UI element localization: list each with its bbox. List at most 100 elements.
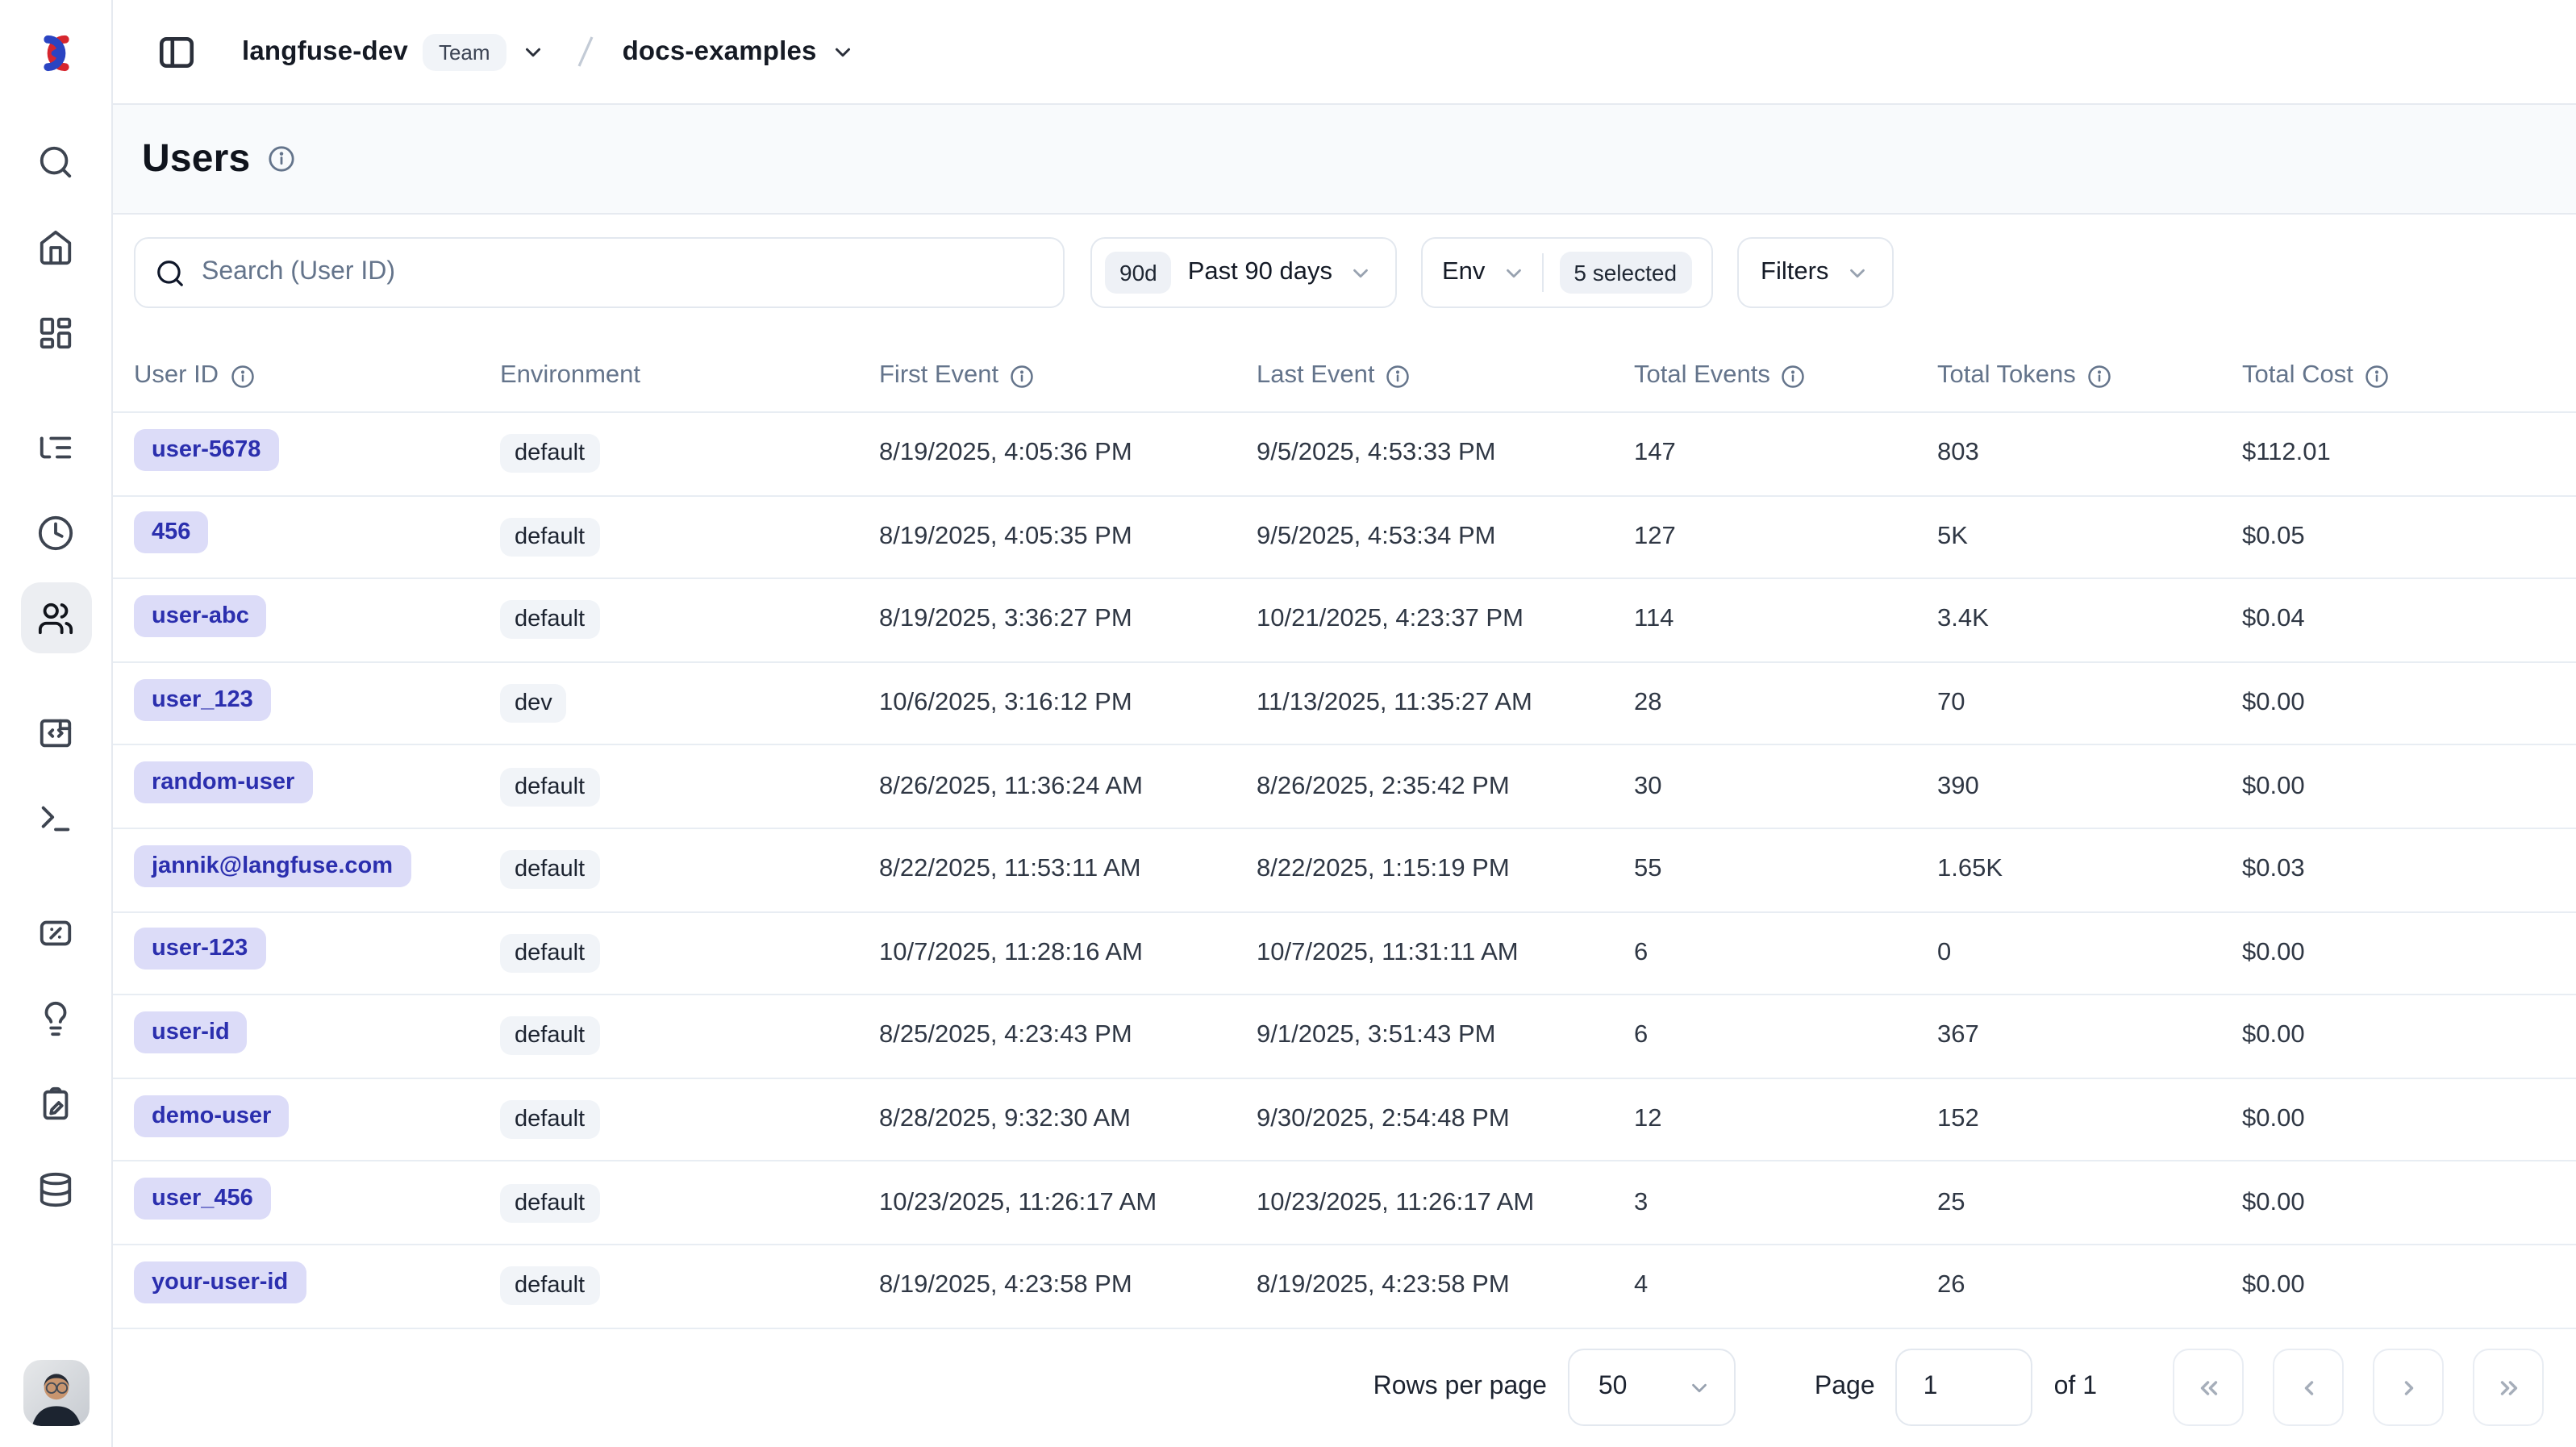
user-id-badge[interactable]: user_456	[134, 1178, 271, 1220]
sidebar-item-search[interactable]	[20, 126, 91, 197]
table-row[interactable]: user-id default 8/25/2025, 4:23:43 PM 9/…	[113, 995, 2576, 1078]
table-row[interactable]: user-123 default 10/7/2025, 11:28:16 AM …	[113, 912, 2576, 995]
user-id-badge[interactable]: user-id	[134, 1011, 248, 1053]
user-id-cell: user-123	[134, 928, 500, 978]
column-label: First Event	[879, 361, 998, 390]
user-id-badge[interactable]: user-123	[134, 928, 265, 970]
sidebar-item-tracing[interactable]	[20, 411, 91, 482]
sidebar-item-datasets[interactable]	[20, 1153, 91, 1224]
table-row[interactable]: user_456 default 10/23/2025, 11:26:17 AM…	[113, 1162, 2576, 1245]
table-row[interactable]: user-abc default 8/19/2025, 3:36:27 PM 1…	[113, 579, 2576, 662]
column-header-total-tokens[interactable]: Total Tokens	[1937, 361, 2242, 390]
user-id-badge[interactable]: random-user	[134, 761, 312, 803]
environment-badge: dev	[500, 684, 567, 723]
first-event-cell: 8/28/2025, 9:32:30 AM	[879, 1105, 1257, 1134]
sidebar-item-users[interactable]	[20, 582, 91, 653]
total-tokens-cell: 803	[1937, 440, 2242, 469]
column-header-total-events[interactable]: Total Events	[1634, 361, 1937, 390]
env-selected-badge: 5 selected	[1559, 252, 1691, 294]
total-events-cell: 3	[1634, 1188, 1937, 1217]
info-icon[interactable]	[1386, 364, 1411, 388]
user-id-badge[interactable]: 456	[134, 512, 208, 554]
user-id-cell: user-5678	[134, 429, 500, 479]
first-event-cell: 8/25/2025, 4:23:43 PM	[879, 1022, 1257, 1051]
first-page-button[interactable]	[2173, 1349, 2244, 1427]
terminal-icon	[37, 799, 74, 836]
pagination-buttons	[2173, 1349, 2544, 1427]
info-icon[interactable]	[1782, 364, 1806, 388]
table-row[interactable]: your-user-id default 8/19/2025, 4:23:58 …	[113, 1245, 2576, 1328]
column-header-total-cost[interactable]: Total Cost	[2242, 361, 2576, 390]
table-body: user-5678 default 8/19/2025, 4:05:36 PM …	[113, 413, 2576, 1328]
first-event-cell: 10/7/2025, 11:28:16 AM	[879, 939, 1257, 968]
sidebar-item-scores[interactable]	[20, 897, 91, 968]
sidebar-toggle-button[interactable]	[152, 27, 200, 76]
sidebar-item-home[interactable]	[20, 211, 91, 282]
column-header-user-id[interactable]: User ID	[134, 361, 500, 390]
search-input[interactable]	[202, 258, 1044, 287]
rows-per-page-select[interactable]: 50	[1568, 1349, 1736, 1427]
sidebar-item-playground[interactable]	[20, 782, 91, 853]
info-icon[interactable]	[2365, 364, 2389, 388]
environment-cell: default	[500, 767, 879, 806]
org-name: langfuse-dev	[242, 36, 408, 67]
user-id-badge[interactable]: your-user-id	[134, 1261, 306, 1303]
column-header-first-event[interactable]: First Event	[879, 361, 1257, 390]
environment-badge: default	[500, 1266, 599, 1305]
table-row[interactable]: user-5678 default 8/19/2025, 4:05:36 PM …	[113, 413, 2576, 496]
langfuse-logo[interactable]	[0, 0, 111, 105]
table-row[interactable]: 456 default 8/19/2025, 4:05:35 PM 9/5/20…	[113, 496, 2576, 579]
search-icon	[155, 257, 185, 288]
last-event-cell: 10/23/2025, 11:26:17 AM	[1257, 1188, 1634, 1217]
sidebar-item-annotation[interactable]	[20, 1068, 91, 1139]
environment-cell: default	[500, 1017, 879, 1056]
rows-per-page-label: Rows per page	[1373, 1374, 1547, 1403]
info-icon[interactable]	[230, 364, 254, 388]
total-cost-cell: $0.00	[2242, 1022, 2576, 1051]
chevron-down-icon	[832, 40, 856, 64]
table-row[interactable]: user_123 dev 10/6/2025, 3:16:12 PM 11/13…	[113, 663, 2576, 746]
sidebar-item-evaluators[interactable]	[20, 982, 91, 1053]
sidebar-item-dashboards[interactable]	[20, 297, 91, 368]
column-label: Environment	[500, 361, 640, 390]
environment-cell: default	[500, 851, 879, 890]
user-id-cell: user_456	[134, 1178, 500, 1228]
first-event-cell: 8/22/2025, 11:53:11 AM	[879, 856, 1257, 885]
dashboard-icon	[37, 314, 74, 351]
user-id-badge[interactable]: user_123	[134, 678, 271, 720]
previous-page-button[interactable]	[2273, 1349, 2344, 1427]
date-range-button[interactable]: 90d Past 90 days	[1090, 237, 1397, 308]
environment-cell: default	[500, 1266, 879, 1305]
chevron-down-icon	[1348, 261, 1373, 285]
user-id-badge[interactable]: user-5678	[134, 429, 278, 471]
table-row[interactable]: demo-user default 8/28/2025, 9:32:30 AM …	[113, 1079, 2576, 1162]
user-id-badge[interactable]: user-abc	[134, 595, 267, 637]
env-filter-button[interactable]: Env 5 selected	[1421, 237, 1712, 308]
breadcrumb-organization[interactable]: langfuse-dev Team	[242, 33, 545, 70]
top-bar: langfuse-dev Team docs-examples	[113, 0, 2576, 105]
sidebar-item-sessions[interactable]	[20, 497, 91, 568]
table-row[interactable]: random-user default 8/26/2025, 11:36:24 …	[113, 746, 2576, 829]
page-info-icon[interactable]	[268, 145, 295, 173]
total-cost-cell: $0.00	[2242, 939, 2576, 968]
column-header-environment[interactable]: Environment	[500, 361, 879, 390]
info-icon[interactable]	[1010, 364, 1034, 388]
info-icon[interactable]	[2087, 364, 2111, 388]
breadcrumb-project[interactable]: docs-examples	[623, 36, 856, 67]
total-tokens-cell: 390	[1937, 772, 2242, 801]
langfuse-logo-icon	[31, 28, 80, 77]
environment-cell: default	[500, 435, 879, 473]
table-row[interactable]: jannik@langfuse.com default 8/22/2025, 1…	[113, 829, 2576, 912]
filter-toolbar: 90d Past 90 days Env 5 selected Filters	[134, 237, 2576, 308]
user-id-badge[interactable]: jannik@langfuse.com	[134, 845, 411, 887]
user-avatar[interactable]	[23, 1360, 89, 1426]
page-number-input[interactable]	[1896, 1349, 2033, 1427]
column-header-last-event[interactable]: Last Event	[1257, 361, 1634, 390]
total-tokens-cell: 5K	[1937, 523, 2242, 552]
filters-button[interactable]: Filters	[1736, 237, 1893, 308]
sidebar-item-prompts[interactable]	[20, 697, 91, 768]
last-page-button[interactable]	[2473, 1349, 2544, 1427]
user-id-badge[interactable]: demo-user	[134, 1095, 289, 1136]
next-page-button[interactable]	[2373, 1349, 2444, 1427]
environment-badge: default	[500, 851, 599, 890]
